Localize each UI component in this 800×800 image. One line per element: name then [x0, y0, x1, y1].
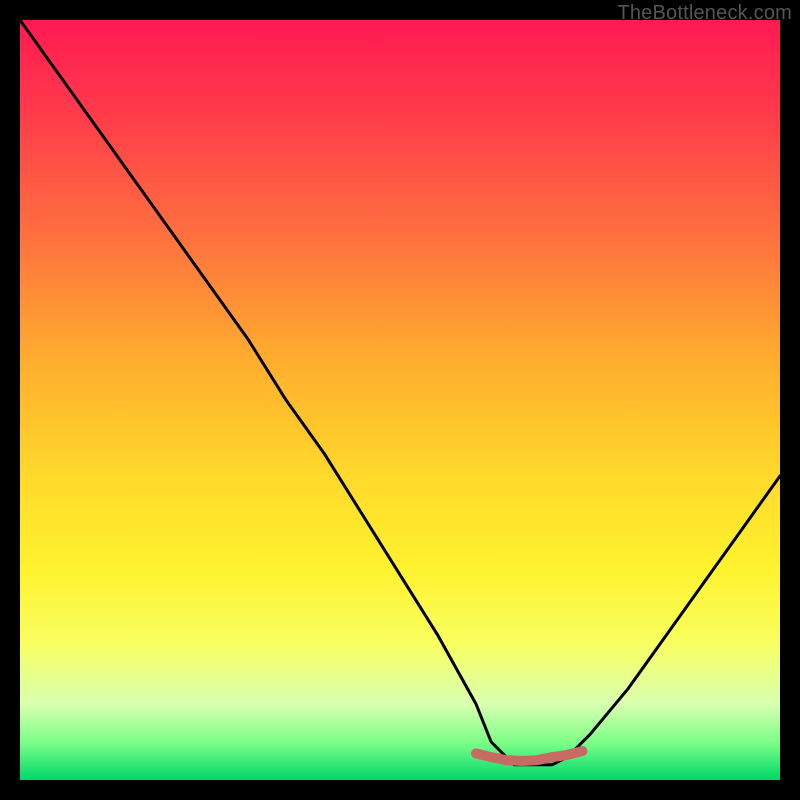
chart-frame: TheBottleneck.com: [0, 0, 800, 800]
bottleneck-curve: [20, 20, 780, 765]
watermark-text: TheBottleneck.com: [617, 2, 792, 25]
plot-area: [20, 20, 780, 780]
bottleneck-curve-svg: [20, 20, 780, 780]
optimal-range-marker: [476, 751, 582, 761]
